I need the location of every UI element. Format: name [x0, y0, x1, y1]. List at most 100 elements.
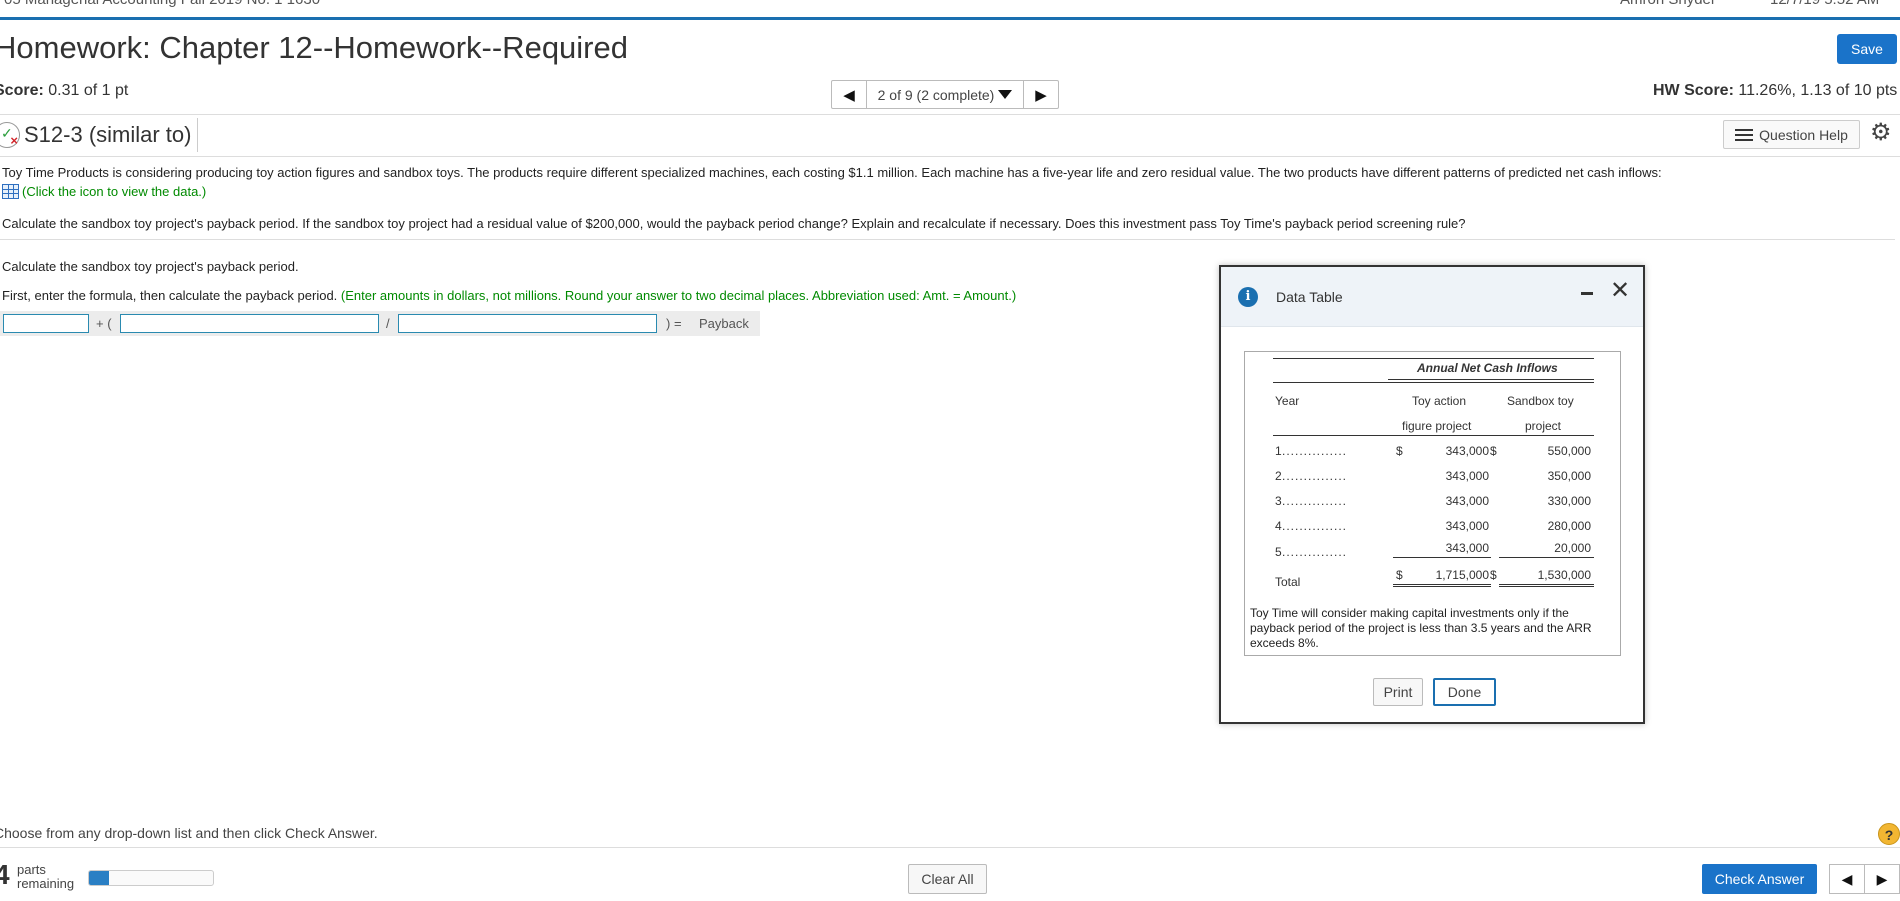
- user-name[interactable]: Amron Snyder: [1620, 0, 1716, 8]
- sandbox-cell: 550,000: [1547, 444, 1591, 458]
- prompt-task: Calculate the sandbox toy project's payb…: [2, 216, 1466, 231]
- data-link[interactable]: (Click the icon to view the data.): [2, 184, 206, 199]
- table-rule: [1273, 435, 1594, 436]
- check-answer-button[interactable]: Check Answer: [1702, 864, 1817, 894]
- question-nav: ◀ ▶: [1829, 864, 1900, 894]
- subtotal-rule: [1393, 557, 1491, 558]
- question-title: ✓ × S12-3 (similar to): [0, 118, 199, 152]
- dollar-sign: $: [1396, 568, 1403, 582]
- data-link-label[interactable]: (Click the icon to view the data.): [22, 184, 206, 199]
- save-button[interactable]: Save: [1837, 34, 1897, 64]
- table-rule: [1273, 358, 1594, 359]
- dialog-header: i Data Table ✕: [1221, 267, 1643, 327]
- total-label: Total: [1275, 575, 1301, 589]
- total-double-rule: [1393, 584, 1491, 587]
- prompt-intro: Toy Time Products is considering produci…: [2, 165, 1662, 180]
- score-value: 0.31 of 1 pt: [48, 82, 129, 99]
- hw-score-value: 11.26%, 1.13 of 10 pts: [1738, 82, 1898, 99]
- table-rule: [1273, 382, 1594, 383]
- toy-action-cell: 343,000: [1445, 444, 1489, 458]
- next-question-icon[interactable]: ▶: [1024, 81, 1058, 108]
- question-id: S12-3 (similar to): [24, 122, 192, 147]
- table-title: Annual Net Cash Inflows: [1417, 361, 1558, 375]
- divider: [0, 156, 1900, 157]
- question-dropdown[interactable]: 2 of 9 (2 complete): [866, 81, 1024, 108]
- year-cell: 5: [1275, 545, 1282, 559]
- leader-dots: ...............: [1282, 494, 1348, 508]
- gear-icon[interactable]: ⚙: [1870, 118, 1892, 147]
- instruction-text: First, enter the formula, then calculate…: [2, 288, 338, 303]
- subtotal-rule: [1499, 557, 1594, 558]
- formula-input-2[interactable]: [120, 314, 379, 333]
- dollar-sign: $: [1490, 444, 1497, 458]
- score: Score: 0.31 of 1 pt: [0, 82, 128, 100]
- chevron-down-icon: [998, 90, 1013, 99]
- question-pager: ◀ 2 of 9 (2 complete) ▶: [831, 80, 1059, 109]
- parts-label-line1: parts: [17, 862, 46, 877]
- sandbox-total: 1,530,000: [1537, 568, 1591, 582]
- close-icon[interactable]: ✕: [1610, 276, 1630, 305]
- page-title: Homework: Chapter 12--Homework--Required: [0, 30, 628, 65]
- sandbox-cell: 20,000: [1554, 541, 1591, 555]
- prev-question-icon[interactable]: ◀: [832, 81, 866, 108]
- equals-operator: ) =: [666, 316, 682, 331]
- minimize-icon[interactable]: [1581, 292, 1593, 295]
- divider: [0, 239, 1895, 240]
- year-cell: 2: [1275, 469, 1282, 483]
- col2-header-line2: project: [1525, 419, 1562, 433]
- col1-header-line2: figure project: [1402, 419, 1472, 433]
- prompt-subtask: Calculate the sandbox toy project's payb…: [2, 259, 299, 274]
- toy-action-cell: 343,000: [1445, 541, 1489, 555]
- divider: [0, 114, 1900, 115]
- hw-score: HW Score: 11.26%, 1.13 of 10 pts: [1653, 82, 1897, 100]
- leader-dots: ...............: [1282, 469, 1348, 483]
- prev-question-icon[interactable]: ◀: [1830, 865, 1865, 893]
- leader-dots: ...............: [1282, 545, 1348, 559]
- help-icon[interactable]: ?: [1878, 823, 1900, 845]
- leader-dots: ...............: [1282, 444, 1348, 458]
- question-help-button[interactable]: Question Help: [1723, 120, 1860, 149]
- screening-rule-note: Toy Time will consider making capital in…: [1250, 606, 1592, 650]
- formula-input-3[interactable]: [398, 314, 657, 333]
- list-icon: [1735, 128, 1754, 141]
- toy-action-cell: 343,000: [1445, 519, 1489, 533]
- dollar-sign: $: [1396, 444, 1403, 458]
- print-button[interactable]: Print: [1373, 678, 1423, 706]
- course-name: 05 Managerial Accounting Fall 2019 No. 1…: [4, 0, 320, 8]
- col1-header-line1: Toy action: [1412, 394, 1467, 408]
- year-cell: 1: [1275, 444, 1282, 458]
- data-table-dialog: i Data Table ✕ Annual Net Cash Inflows Y…: [1219, 265, 1645, 724]
- sandbox-cell: 330,000: [1547, 494, 1591, 508]
- parts-progress-bar: [88, 870, 214, 886]
- toy-action-total: 1,715,000: [1435, 568, 1489, 582]
- top-bar: 05 Managerial Accounting Fall 2019 No. 1…: [0, 0, 1900, 20]
- partial-credit-icon: ✓ ×: [0, 122, 20, 148]
- plus-operator: + (: [96, 316, 112, 331]
- prompt-instruction: First, enter the formula, then calculate…: [2, 288, 1016, 303]
- hw-score-label: HW Score:: [1653, 82, 1734, 99]
- payback-label: Payback: [699, 316, 749, 331]
- dollar-sign: $: [1490, 568, 1497, 582]
- datetime: 12/7/19 5:52 AM: [1770, 0, 1879, 8]
- formula-input-1[interactable]: [3, 314, 89, 333]
- sandbox-cell: 350,000: [1547, 469, 1591, 483]
- col2-header-line1: Sandbox toy: [1507, 394, 1574, 408]
- parts-remaining-count: 4: [0, 859, 10, 890]
- toy-action-cell: 343,000: [1445, 469, 1489, 483]
- toy-action-cell: 343,000: [1445, 494, 1489, 508]
- clear-all-button[interactable]: Clear All: [908, 864, 987, 894]
- done-button[interactable]: Done: [1433, 678, 1496, 706]
- data-table: Annual Net Cash Inflows Year Toy action …: [1244, 351, 1621, 656]
- data-table-icon[interactable]: [2, 184, 19, 199]
- divider: [0, 847, 1900, 848]
- progress-fill: [89, 871, 109, 885]
- table-rule: [1388, 379, 1594, 380]
- divide-operator: /: [386, 316, 390, 331]
- dialog-title: Data Table: [1276, 289, 1343, 305]
- footer-instruction: Choose from any drop-down list and then …: [0, 825, 378, 841]
- sandbox-cell: 280,000: [1547, 519, 1591, 533]
- next-question-icon[interactable]: ▶: [1865, 865, 1899, 893]
- payback-formula: + ( / ) = Payback: [0, 311, 760, 336]
- info-icon: i: [1238, 287, 1258, 307]
- parts-label-line2: remaining: [17, 876, 75, 891]
